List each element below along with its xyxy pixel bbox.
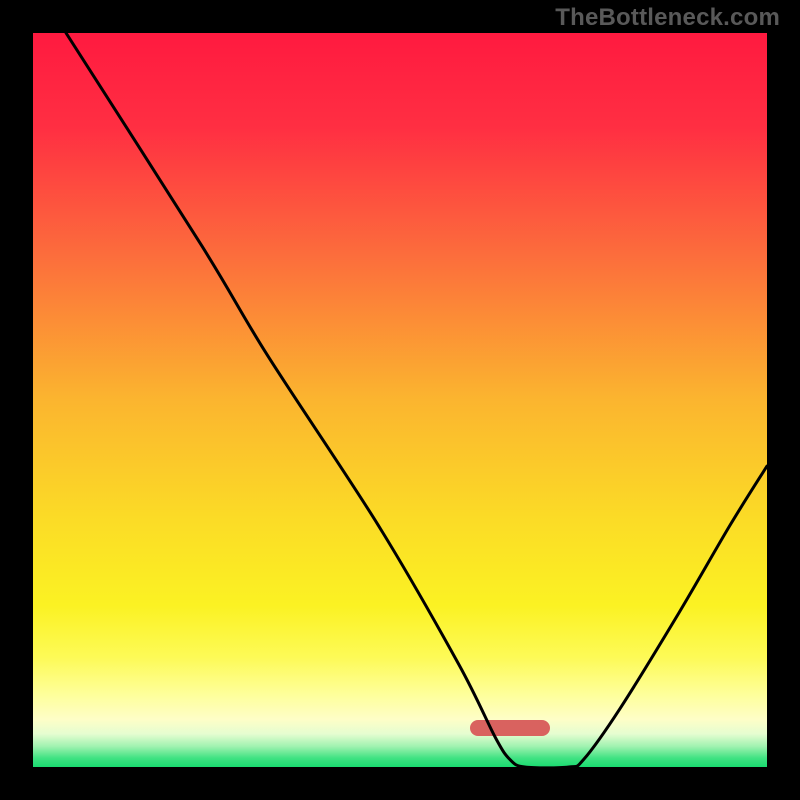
outer-frame: TheBottleneck.com <box>0 0 800 800</box>
watermark-label: TheBottleneck.com <box>555 4 780 32</box>
plot-area <box>33 33 767 767</box>
optimal-range-marker <box>470 720 550 736</box>
gradient-background <box>33 33 767 767</box>
